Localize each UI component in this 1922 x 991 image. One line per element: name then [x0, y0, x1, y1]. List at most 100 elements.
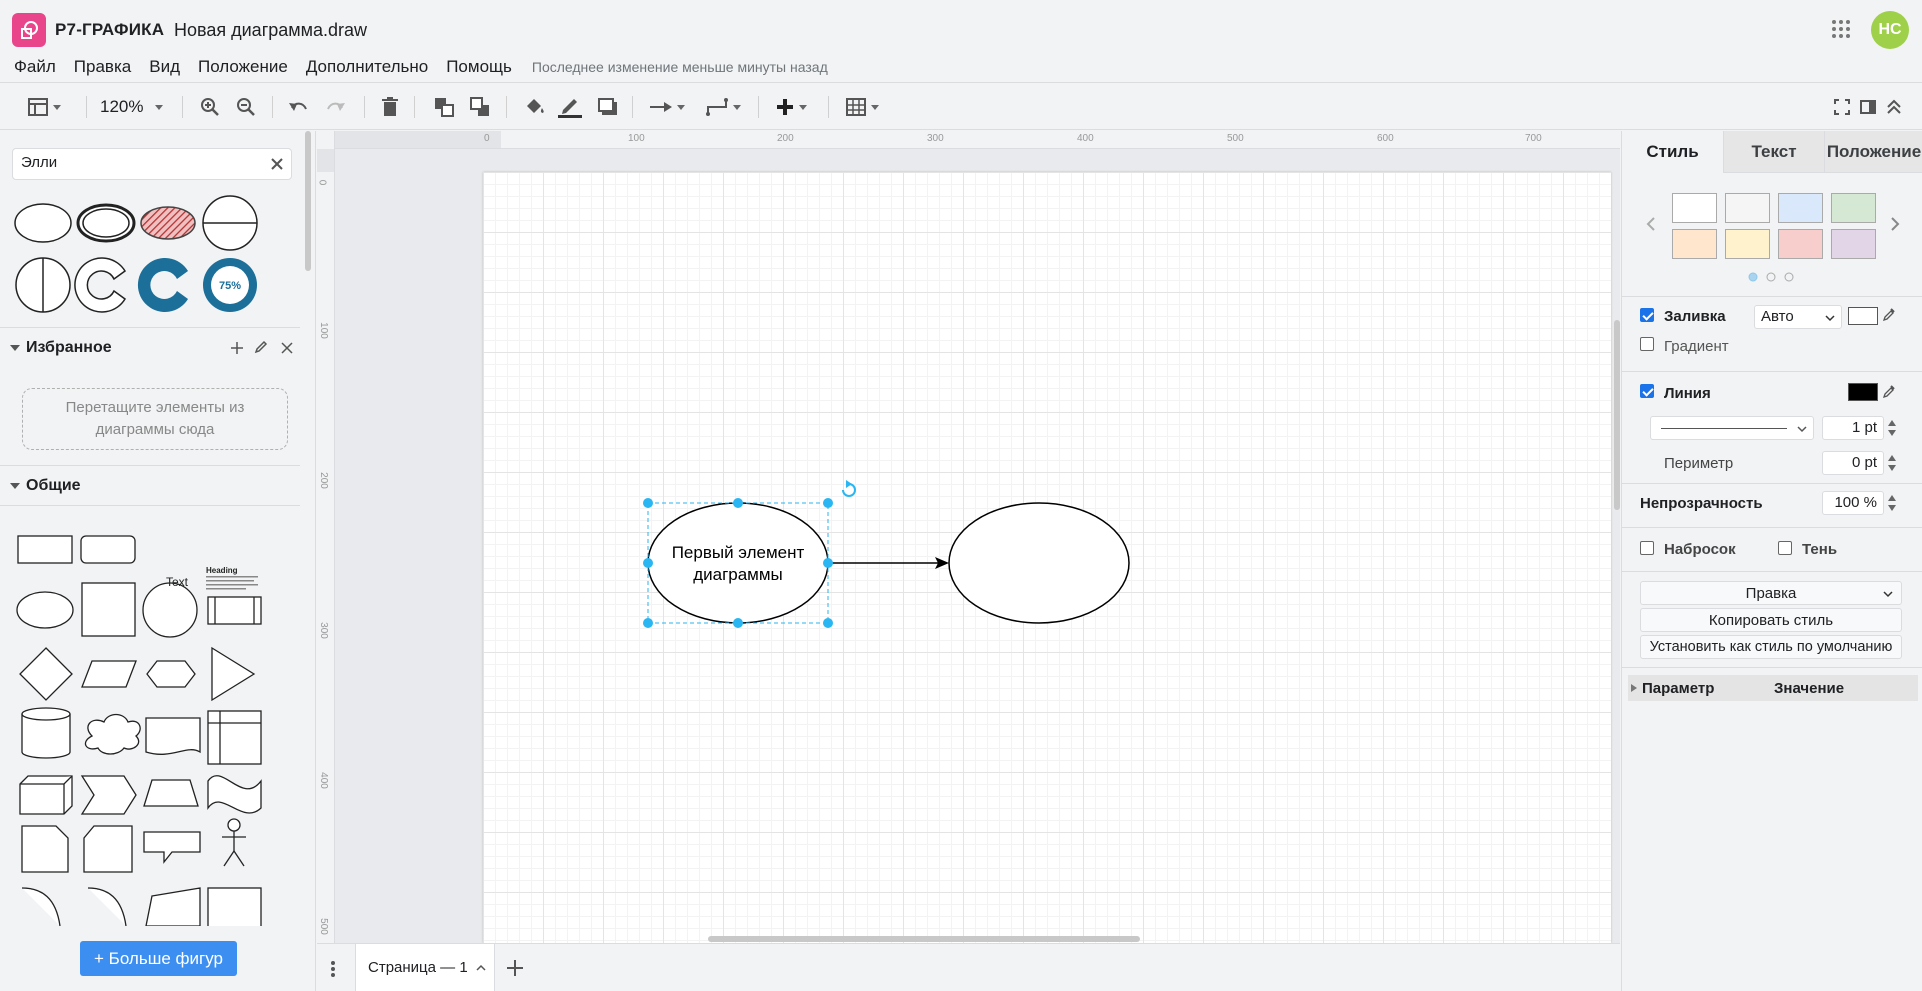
tab-text[interactable]: Текст: [1723, 131, 1824, 173]
resize-handle[interactable]: [643, 558, 653, 568]
style-swatch-7[interactable]: [1778, 229, 1823, 259]
chevron-double-up-icon: [1887, 99, 1901, 114]
line-checkbox[interactable]: [1640, 384, 1654, 398]
menu-extras[interactable]: Дополнительно: [306, 57, 428, 77]
canvas-horizontal-scrollbar[interactable]: [708, 936, 1140, 942]
general-shapes[interactable]: Text Heading: [12, 526, 272, 926]
to-back-button[interactable]: [470, 93, 490, 121]
fill-color-button[interactable]: [524, 93, 546, 121]
fullscreen-button[interactable]: [1834, 93, 1850, 121]
eyedropper-icon[interactable]: [1882, 306, 1896, 322]
resize-handle[interactable]: [733, 498, 743, 508]
style-swatch-2[interactable]: [1725, 193, 1770, 223]
resize-handle[interactable]: [643, 618, 653, 628]
view-layout-button[interactable]: [28, 93, 61, 121]
more-vertical-icon[interactable]: [330, 960, 336, 978]
line-pattern-select[interactable]: [1650, 416, 1814, 440]
style-swatch-8[interactable]: [1831, 229, 1876, 259]
chevron-up-icon[interactable]: [476, 964, 486, 972]
perimeter-input[interactable]: 0 pt: [1822, 451, 1884, 475]
opacity-input[interactable]: 100 %: [1822, 491, 1884, 515]
set-default-style-button[interactable]: Установить как стиль по умолчанию: [1640, 635, 1902, 659]
shadow-button[interactable]: [598, 93, 618, 121]
waypoints-icon: [706, 98, 728, 116]
style-swatch-5[interactable]: [1672, 229, 1717, 259]
edit-pencil-icon[interactable]: [254, 340, 268, 354]
canvas-vertical-scrollbar[interactable]: [1614, 320, 1620, 510]
style-swatch-3[interactable]: [1778, 193, 1823, 223]
zoom-in-button[interactable]: [200, 93, 220, 121]
ellipse-first-element[interactable]: [647, 502, 829, 624]
line-color-picker[interactable]: [1848, 383, 1878, 401]
sketch-checkbox[interactable]: [1640, 541, 1654, 555]
eyedropper-icon[interactable]: [1882, 383, 1896, 399]
menu-view[interactable]: Вид: [149, 57, 180, 77]
redo-button[interactable]: [326, 93, 346, 121]
resize-handle[interactable]: [733, 618, 743, 628]
document-title[interactable]: Новая диаграмма.draw: [174, 20, 367, 41]
spinner-arrows-icon[interactable]: [1886, 491, 1898, 515]
sidebar-scrollbar[interactable]: [305, 131, 311, 271]
undo-button[interactable]: [288, 93, 308, 121]
spinner-arrows-icon[interactable]: [1886, 416, 1898, 440]
tab-arrange[interactable]: Положение: [1824, 131, 1922, 173]
ellipse-second-element[interactable]: [948, 502, 1130, 624]
copy-style-button[interactable]: Копировать стиль: [1640, 608, 1902, 632]
delete-button[interactable]: [382, 93, 398, 121]
connection-style-button[interactable]: [650, 93, 685, 121]
style-swatch-4[interactable]: [1831, 193, 1876, 223]
style-swatch-6[interactable]: [1725, 229, 1770, 259]
line-width-input[interactable]: 1 pt: [1822, 416, 1884, 440]
menu-arrange[interactable]: Положение: [198, 57, 288, 77]
chevron-right-icon[interactable]: [1890, 217, 1900, 231]
gradient-checkbox[interactable]: [1640, 337, 1654, 351]
last-change-status[interactable]: Последнее изменение меньше минуты назад: [532, 59, 828, 75]
menu-edit[interactable]: Правка: [74, 57, 131, 77]
style-swatch-1[interactable]: [1672, 193, 1717, 223]
menu-file[interactable]: Файл: [14, 57, 56, 77]
waypoints-button[interactable]: [706, 93, 741, 121]
close-icon[interactable]: [280, 341, 294, 355]
resize-handle[interactable]: [823, 558, 833, 568]
edit-style-select[interactable]: Правка: [1640, 581, 1902, 605]
tab-style[interactable]: Стиль: [1622, 131, 1723, 173]
plus-icon[interactable]: [230, 341, 244, 355]
favorites-section-header[interactable]: Избранное: [0, 327, 300, 367]
page-tab-1[interactable]: Страница — 1: [355, 944, 495, 991]
menu-help[interactable]: Помощь: [446, 57, 512, 77]
format-panel-toggle[interactable]: [1860, 93, 1876, 121]
general-section-header[interactable]: Общие: [0, 465, 300, 505]
more-shapes-button[interactable]: + Больше фигур: [80, 941, 237, 976]
close-icon[interactable]: [269, 156, 285, 172]
user-avatar[interactable]: НС: [1871, 11, 1909, 49]
table-button[interactable]: [846, 93, 879, 121]
collapse-toolbar-button[interactable]: [1886, 93, 1902, 121]
spinner-arrows-icon[interactable]: [1886, 451, 1898, 475]
line-color-button[interactable]: [558, 93, 582, 121]
favorites-drop-zone[interactable]: Перетащите элементы из диаграммы сюда: [22, 388, 288, 450]
value-column-header: Значение: [1774, 679, 1845, 697]
donut-label: 75%: [219, 280, 241, 292]
properties-table-header[interactable]: Параметр Значение: [1628, 675, 1918, 701]
chevron-left-icon[interactable]: [1646, 217, 1656, 231]
zoom-out-button[interactable]: [236, 93, 256, 121]
resize-handle[interactable]: [643, 498, 653, 508]
swatch-page-dots[interactable]: [1748, 272, 1798, 282]
apps-grid-icon[interactable]: [1830, 18, 1852, 40]
shadow-checkbox[interactable]: [1778, 541, 1792, 555]
to-front-button[interactable]: [434, 93, 454, 121]
trapezoid-shape: [143, 779, 199, 807]
square-shape: [81, 582, 136, 637]
fill-color-picker[interactable]: [1848, 307, 1878, 325]
resize-handle[interactable]: [823, 498, 833, 508]
fill-checkbox[interactable]: [1640, 308, 1654, 322]
search-results-shapes[interactable]: 75%: [12, 193, 262, 313]
zoom-dropdown[interactable]: 120%: [100, 93, 164, 121]
fill-mode-select[interactable]: Авто: [1754, 305, 1842, 329]
shape-search-input[interactable]: [21, 154, 261, 171]
rotate-handle-icon[interactable]: [842, 480, 856, 497]
shape-search-box: [12, 148, 292, 180]
add-page-icon[interactable]: [506, 959, 524, 977]
resize-handle[interactable]: [823, 618, 833, 628]
insert-button[interactable]: [776, 93, 807, 121]
